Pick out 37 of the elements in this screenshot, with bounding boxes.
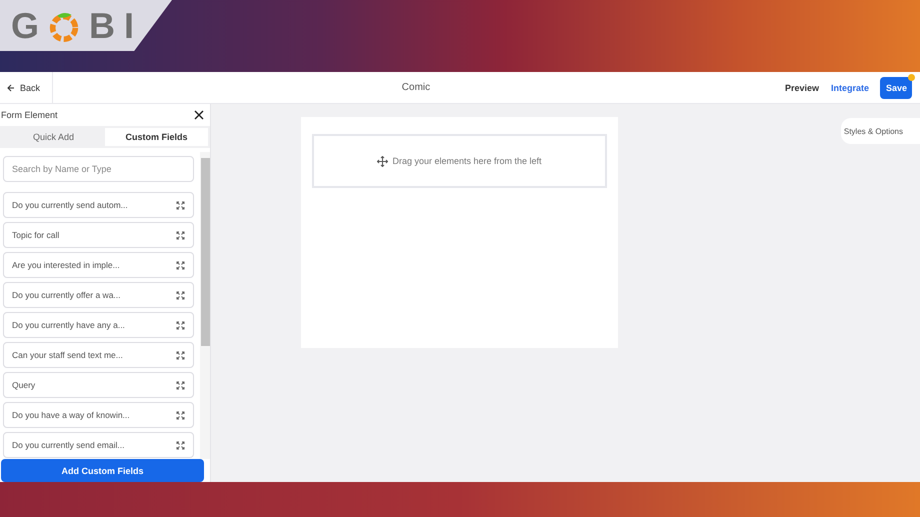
custom-field-item[interactable]: Do you currently offer a wa... [3,282,194,308]
close-button[interactable] [194,110,204,120]
expand-icon [176,230,185,240]
custom-field-item[interactable]: Topic for call [3,222,194,248]
logo-letter: I [124,8,134,44]
logo-letter: G [11,8,40,44]
panel-tab[interactable]: Quick Add [2,128,105,146]
drop-hint: Drag your elements here from the left [392,156,542,166]
custom-field-item[interactable]: Do you currently have any a... [3,312,194,338]
expand-icon [176,200,185,210]
form-title: Comic [400,82,432,93]
move-icon [377,156,388,166]
custom-field-item[interactable]: Do you currently send autom... [3,192,194,218]
custom-field-item[interactable]: Can your staff send text me... [3,342,194,368]
expand-icon [176,260,185,270]
back-arrow-icon [7,84,15,92]
custom-field-item[interactable]: Are you interested in imple... [3,252,194,278]
styles-options-tab[interactable]: Styles & Options [840,118,920,144]
save-button[interactable]: Save [880,76,912,98]
integrate-button[interactable]: Integrate [824,82,875,92]
panel-title: Form Element [1,110,58,120]
expand-icon [176,410,185,420]
custom-field-item[interactable]: Do you currently send email... [3,432,194,458]
panel-tab[interactable]: Custom Fields [105,128,208,146]
expand-icon [176,320,185,330]
custom-field-item[interactable]: Do you have a way of knowin... [3,402,194,428]
scrollbar[interactable] [200,152,210,459]
expand-icon [176,350,185,360]
expand-icon [176,440,185,450]
preview-button[interactable]: Preview [778,82,825,92]
expand-icon [176,380,185,390]
search-field[interactable]: Search by Name or Type [3,156,194,182]
expand-icon [176,290,185,300]
logo-letter: B [89,8,116,44]
add-custom-fields-button[interactable]: Add Custom Fields [1,459,204,482]
back-button[interactable]: Back [0,72,53,103]
custom-field-item[interactable]: Query [3,372,194,398]
